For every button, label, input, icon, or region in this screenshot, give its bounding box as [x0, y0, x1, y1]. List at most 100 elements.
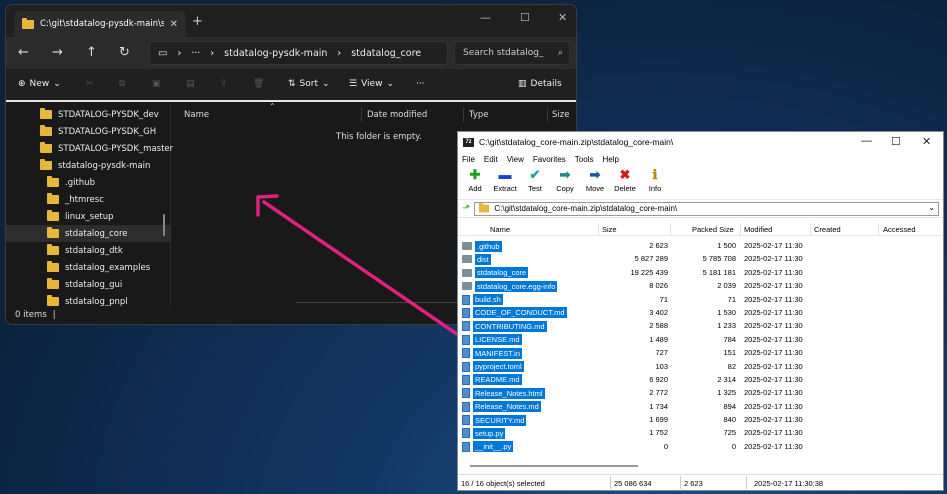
- table-row[interactable]: Release_Notes.md 1 734 894 2025-02-17 11:30: [458, 401, 943, 414]
- column-modified[interactable]: Modified: [744, 225, 772, 234]
- row-modified: 2025-02-17 11:30: [744, 415, 803, 425]
- row-modified: 2025-02-17 11:30: [744, 401, 803, 411]
- row-packed: 840: [723, 415, 736, 425]
- folder-icon: [462, 282, 472, 291]
- extract-icon: ▬: [498, 167, 512, 182]
- status-divider: [610, 476, 611, 489]
- column-divider[interactable]: [598, 223, 599, 236]
- status-divider: [746, 476, 747, 489]
- row-size: 6 920: [649, 374, 668, 384]
- file-icon: [462, 321, 470, 332]
- table-row[interactable]: dist 5 827 289 5 785 708 2025-02-17 11:30: [458, 253, 943, 266]
- close-icon[interactable]: ✕: [922, 135, 931, 148]
- file-icon: [462, 401, 470, 412]
- toolbar-button-label: Test: [528, 184, 542, 193]
- row-modified: 2025-02-17 11:30: [744, 307, 803, 317]
- toolbar-button-test[interactable]: ✔ Test: [522, 166, 548, 199]
- menu-item[interactable]: Help: [602, 155, 618, 164]
- arrow-line: [262, 200, 472, 345]
- table-row[interactable]: __init__.py 0 0 2025-02-17 11:30: [458, 441, 943, 454]
- row-name-cell: Release_Notes.html: [462, 387, 545, 399]
- horizontal-scrollbar[interactable]: [470, 465, 638, 467]
- sevenzip-app-icon: 7z: [463, 137, 474, 147]
- add-icon: ✚: [469, 167, 481, 182]
- menu-item[interactable]: View: [507, 155, 524, 164]
- table-row[interactable]: LICENSE.md 1 489 784 2025-02-17 11:30: [458, 334, 943, 347]
- toolbar-button-label: Move: [585, 184, 605, 193]
- row-size: 1 699: [649, 415, 668, 425]
- column-divider[interactable]: [740, 223, 741, 236]
- maximize-icon[interactable]: ☐: [891, 135, 901, 148]
- file-icon: [462, 307, 470, 318]
- table-row[interactable]: .github 2 623 1 500 2025-02-17 11:30: [458, 240, 943, 253]
- row-packed: 5 181 181: [702, 267, 736, 277]
- menu-item[interactable]: Tools: [575, 155, 594, 164]
- column-created[interactable]: Created: [814, 225, 841, 234]
- delete-icon: ✖: [619, 167, 631, 182]
- menu-item[interactable]: Edit: [484, 155, 498, 164]
- row-name: README.md: [473, 374, 522, 386]
- row-name-cell: .github: [462, 240, 502, 252]
- row-packed: 2 314: [717, 374, 736, 384]
- column-divider[interactable]: [670, 223, 671, 236]
- menu-item[interactable]: Favorites: [533, 155, 566, 164]
- path-bar: ⬏ C:\git\stdatalog_core-main.zip\stdatal…: [458, 200, 943, 218]
- row-modified: 2025-02-17 11:30: [744, 428, 803, 438]
- row-name: LICENSE.md: [473, 334, 522, 346]
- row-modified: 2025-02-17 11:30: [744, 267, 803, 277]
- folder-icon: [462, 255, 472, 264]
- toolbar-button-info[interactable]: ℹ Info: [642, 166, 668, 199]
- column-divider[interactable]: [810, 223, 811, 236]
- table-row[interactable]: setup.py 1 752 725 2025-02-17 11:30: [458, 427, 943, 440]
- row-name: CONTRIBUTING.md: [473, 320, 547, 332]
- table-row[interactable]: Release_Notes.html 2 772 1 325 2025-02-17 1…: [458, 387, 943, 400]
- chevron-down-icon[interactable]: ⌄: [928, 203, 935, 212]
- row-size: 2 772: [649, 388, 668, 398]
- toolbar-button-label: Add: [468, 184, 482, 193]
- table-row[interactable]: stdatalog_core 19 225 439 5 181 181 2025-02…: [458, 267, 943, 280]
- status-bar: 16 / 16 object(s) selected 25 086 634 2 …: [458, 474, 943, 490]
- column-name[interactable]: Name: [490, 225, 510, 234]
- table-row[interactable]: build.sh 71 71 2025-02-17 11:30: [458, 294, 943, 307]
- row-packed: 151: [723, 348, 736, 358]
- row-name-cell: __init__.py: [462, 441, 514, 453]
- row-size: 19 225 439: [630, 267, 668, 277]
- table-row[interactable]: stdatalog_core.egg-info 8 026 2 039 2025-02…: [458, 280, 943, 293]
- row-modified: 2025-02-17 11:30: [744, 294, 803, 304]
- toolbar-button-add[interactable]: ✚ Add: [462, 166, 488, 199]
- menu-item[interactable]: File: [462, 155, 475, 164]
- file-icon: [462, 388, 470, 399]
- row-name: .github: [475, 240, 502, 252]
- row-name-cell: MANIFEST.in: [462, 347, 523, 359]
- up-folder-icon[interactable]: ⬏: [462, 203, 470, 214]
- row-name: __init__.py: [473, 441, 514, 453]
- column-packed[interactable]: Packed Size: [692, 225, 734, 234]
- row-size: 1 489: [649, 334, 668, 344]
- column-divider[interactable]: [878, 223, 879, 236]
- table-row[interactable]: CODE_OF_CONDUCT.md 3 402 1 530 2025-02-17 1…: [458, 307, 943, 320]
- toolbar-button-move[interactable]: ➡ Move: [582, 166, 608, 199]
- row-name: MANIFEST.in: [473, 347, 523, 359]
- row-size: 3 402: [649, 307, 668, 317]
- minimize-icon[interactable]: —: [861, 135, 872, 147]
- row-name: stdatalog_core: [475, 267, 529, 279]
- table-row[interactable]: pyproject.toml 103 82 2025-02-17 11:30: [458, 361, 943, 374]
- row-name: Release_Notes.html: [473, 387, 545, 399]
- path-input[interactable]: C:\git\stdatalog_core-main.zip\stdatalog…: [474, 201, 939, 216]
- table-row[interactable]: README.md 6 920 2 314 2025-02-17 11:30: [458, 374, 943, 387]
- toolbar-button-extract[interactable]: ▬ Extract: [492, 166, 518, 199]
- row-packed: 71: [727, 294, 736, 304]
- table-row[interactable]: MANIFEST.in 727 151 2025-02-17 11:30: [458, 347, 943, 360]
- selected-size: 25 086 634: [614, 479, 652, 488]
- table-row[interactable]: CONTRIBUTING.md 2 588 1 233 2025-02-17 11:3…: [458, 320, 943, 333]
- column-accessed[interactable]: Accessed: [883, 225, 916, 234]
- file-icon: [462, 441, 470, 452]
- row-size: 5 827 289: [634, 254, 668, 264]
- table-row[interactable]: SECURITY.md 1 699 840 2025-02-17 11:30: [458, 414, 943, 427]
- column-size[interactable]: Size: [602, 225, 617, 234]
- path-text: C:\git\stdatalog_core-main.zip\stdatalog…: [494, 204, 678, 213]
- toolbar-button-copy[interactable]: ➡ Copy: [552, 166, 578, 199]
- row-name-cell: pyproject.toml: [462, 361, 524, 373]
- toolbar-button-delete[interactable]: ✖ Delete: [612, 166, 638, 199]
- row-modified: 2025-02-17 11:30: [744, 388, 803, 398]
